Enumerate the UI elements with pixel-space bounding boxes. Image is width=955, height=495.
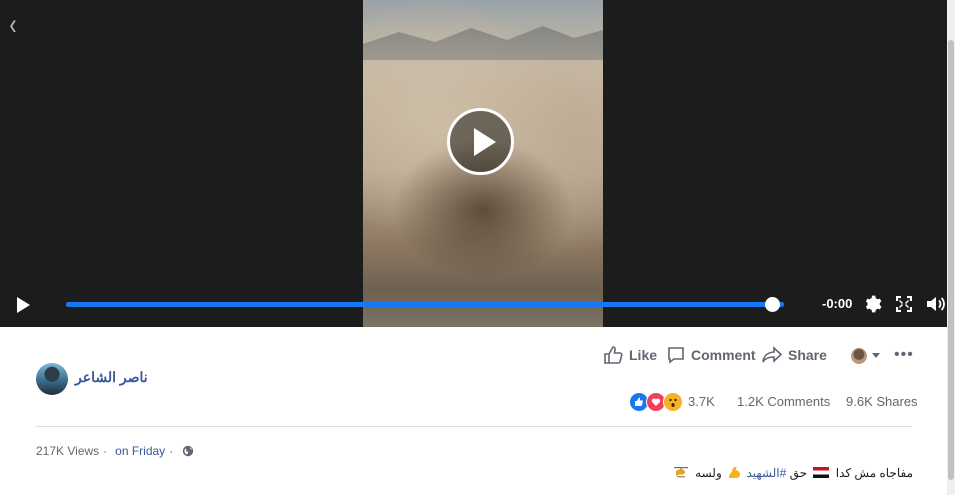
more-options-icon[interactable]: ••• (894, 346, 914, 364)
caption-text: ولسه (695, 466, 722, 480)
progress-fill (66, 302, 784, 307)
settings-gear-icon[interactable] (862, 294, 882, 314)
flexed-biceps-icon (729, 466, 741, 478)
share-icon (762, 346, 782, 363)
progress-scrubber[interactable] (765, 297, 780, 312)
big-play-button[interactable] (447, 108, 514, 175)
wow-reaction-icon (663, 392, 683, 412)
comment-label: Comment (691, 347, 756, 363)
caption-text: مفاجاه مش كدا (835, 466, 913, 480)
chevron-down-icon[interactable] (872, 353, 880, 358)
scrollbar-thumb[interactable] (948, 40, 954, 480)
hashtag-link[interactable]: #الشهيد (746, 466, 786, 480)
page-scrollbar[interactable] (947, 0, 955, 495)
post-caption: مفاجاه مش كدا حق #الشهيد ولسه (673, 466, 913, 480)
view-count: 217K Views (36, 444, 100, 458)
egypt-flag-icon (813, 467, 830, 478)
share-label: Share (788, 347, 827, 363)
back-chevron-icon[interactable]: ‹ (10, 10, 17, 40)
like-button[interactable]: Like (604, 346, 657, 364)
comment-button[interactable]: Comment (667, 346, 756, 364)
author-avatar[interactable] (36, 363, 68, 395)
progress-bar[interactable] (66, 302, 784, 307)
play-icon[interactable] (17, 297, 30, 313)
shares-count[interactable]: 9.6K Shares (846, 394, 918, 409)
divider (36, 426, 912, 427)
post-meta: 217K Views · on Friday · (36, 444, 194, 458)
acting-as-avatar[interactable] (851, 348, 867, 364)
like-icon (604, 346, 623, 364)
comment-icon (668, 347, 684, 364)
author-name[interactable]: ناصر الشاعر (75, 369, 148, 386)
globe-icon[interactable] (182, 445, 194, 457)
comments-count[interactable]: 1.2K Comments (737, 394, 830, 409)
video-background-mountains (363, 26, 603, 60)
caption-text: حق (789, 466, 808, 480)
helicopter-icon (673, 467, 688, 478)
share-button[interactable]: Share (762, 346, 827, 364)
separator-dot: · (103, 444, 108, 458)
reactions-summary[interactable] (629, 392, 689, 412)
volume-icon[interactable] (926, 295, 947, 313)
time-remaining: -0:00 (822, 296, 853, 311)
reaction-count[interactable]: 3.7K (688, 394, 715, 409)
separator-dot: · (169, 444, 174, 458)
fullscreen-icon[interactable] (896, 296, 912, 312)
post-date[interactable]: on Friday (115, 444, 165, 458)
video-player[interactable]: ‹ -0:00 (0, 0, 947, 327)
like-label: Like (629, 347, 658, 363)
